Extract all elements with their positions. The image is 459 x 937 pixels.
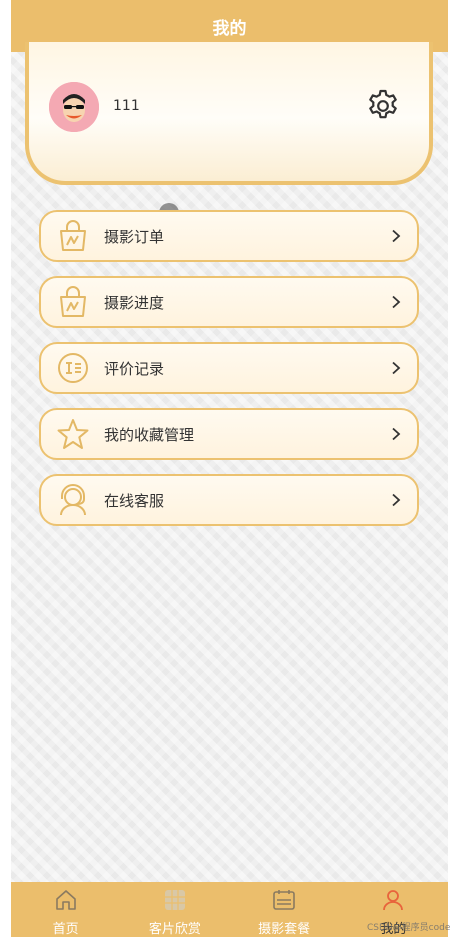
menu-item-label: 在线客服 bbox=[104, 491, 165, 510]
gear-icon[interactable] bbox=[365, 88, 401, 124]
menu-item-label: 摄影进度 bbox=[104, 293, 165, 312]
app-frame: 我的 111 摄影订单 摄影进度 评价记录 我的收藏管理 在线客服 首页 客片欣… bbox=[11, 0, 448, 937]
tab-label: 摄影套餐 bbox=[258, 922, 311, 937]
home-icon bbox=[55, 890, 76, 910]
avatar-face-icon bbox=[49, 82, 99, 132]
profile-card: 111 bbox=[25, 42, 433, 185]
tab-home[interactable]: 首页 bbox=[11, 882, 120, 937]
calendar-icon bbox=[273, 890, 295, 910]
menu-item-online-support[interactable]: 在线客服 bbox=[39, 474, 419, 526]
tab-label: 首页 bbox=[52, 922, 79, 937]
chevron-right-icon bbox=[392, 427, 401, 441]
chevron-right-icon bbox=[392, 361, 401, 375]
tab-packages[interactable]: 摄影套餐 bbox=[230, 882, 339, 937]
chevron-right-icon bbox=[392, 229, 401, 243]
menu-item-label: 评价记录 bbox=[104, 359, 165, 378]
customer-service-icon bbox=[56, 483, 90, 517]
menu-item-label: 我的收藏管理 bbox=[104, 425, 195, 444]
gallery-grid-icon bbox=[164, 890, 185, 910]
watermark: CSDN@程序员code bbox=[367, 923, 451, 933]
menu-item-reviews[interactable]: 评价记录 bbox=[39, 342, 419, 394]
chevron-right-icon bbox=[392, 493, 401, 507]
menu-item-photo-progress[interactable]: 摄影进度 bbox=[39, 276, 419, 328]
chevron-right-icon bbox=[392, 295, 401, 309]
star-icon bbox=[56, 417, 90, 451]
shopping-bag-icon bbox=[56, 285, 90, 319]
shopping-bag-icon bbox=[56, 219, 90, 253]
tab-gallery[interactable]: 客片欣赏 bbox=[120, 882, 229, 937]
tab-label: 客片欣赏 bbox=[148, 922, 201, 937]
username: 111 bbox=[113, 98, 140, 114]
menu-item-label: 摄影订单 bbox=[104, 227, 165, 246]
user-icon bbox=[383, 890, 404, 911]
menu-item-photo-orders[interactable]: 摄影订单 bbox=[39, 210, 419, 262]
menu-item-favorites[interactable]: 我的收藏管理 bbox=[39, 408, 419, 460]
avatar[interactable] bbox=[49, 82, 99, 132]
review-list-icon bbox=[56, 351, 90, 385]
page-title: 我的 bbox=[212, 18, 247, 39]
